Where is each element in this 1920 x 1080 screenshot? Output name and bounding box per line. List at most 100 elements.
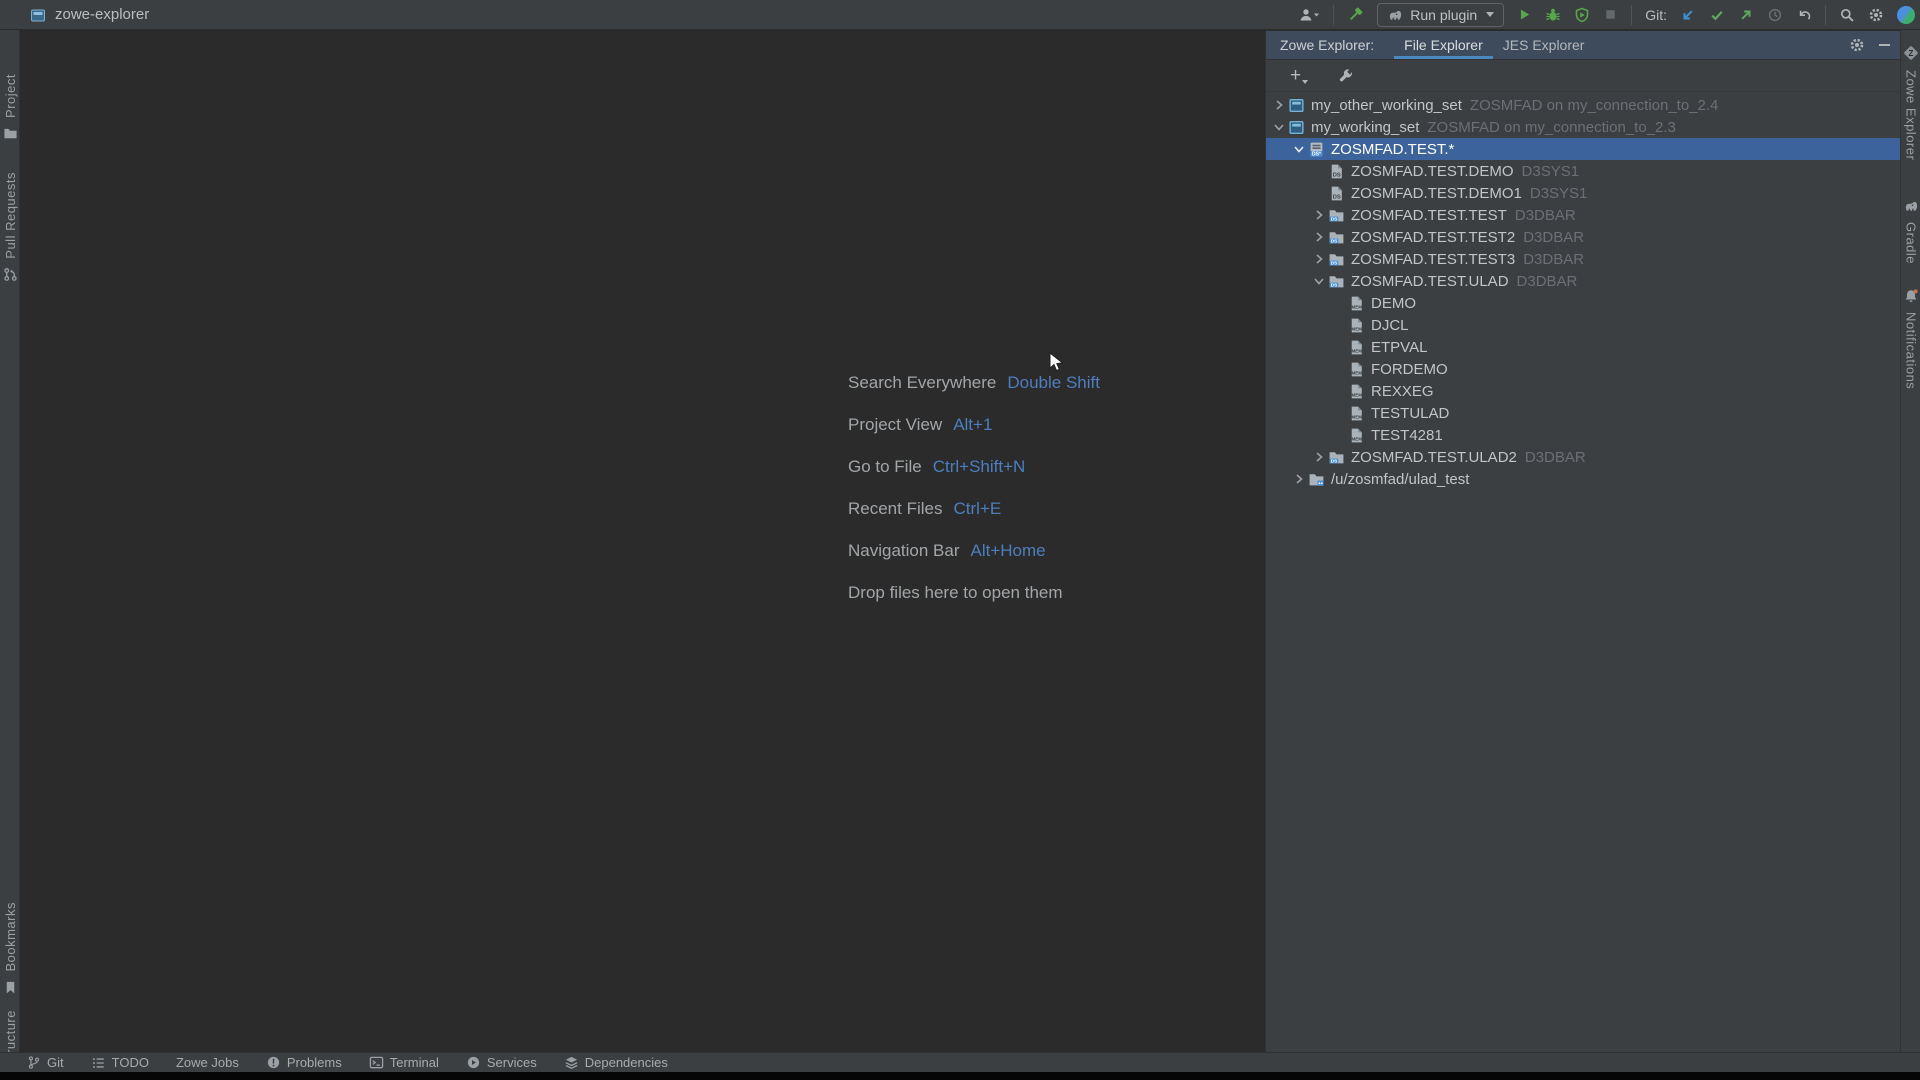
svg-text:DS*: DS* (1312, 151, 1321, 157)
git-history-button[interactable] (1767, 7, 1783, 23)
tab-jes-explorer[interactable]: JES Explorer (1493, 31, 1595, 59)
run-button[interactable] (1517, 7, 1532, 22)
user-avatar[interactable] (1897, 6, 1915, 24)
chevron-right-icon[interactable] (1310, 449, 1328, 465)
chevron-right-icon[interactable] (1310, 251, 1328, 267)
stripe-button-notifications[interactable]: Notifications (1901, 288, 1920, 389)
member-file-icon: MEM (1348, 427, 1365, 444)
tree-row[interactable]: MEM FORDEMO (1266, 358, 1900, 380)
chevron-right-icon[interactable] (1270, 97, 1288, 113)
zowe-icon: Z (1902, 44, 1920, 62)
settings-button[interactable] (1868, 7, 1884, 23)
tree-row[interactable]: MEM TEST4281 (1266, 424, 1900, 446)
chevron-down-icon[interactable] (1290, 141, 1308, 157)
search-everywhere-button[interactable] (1839, 7, 1855, 23)
statusbar-item-label: Services (487, 1055, 537, 1070)
services-icon (466, 1055, 481, 1070)
svg-text:Z: Z (1909, 49, 1914, 58)
tree-node-label: TEST4281 (1371, 427, 1443, 444)
tree-row[interactable]: DSZOSMFAD.TEST.DEMO1D3SYS1 (1266, 182, 1900, 204)
stripe-button-gradle[interactable]: Gradle (1901, 198, 1920, 264)
tree-row[interactable]: DS*ZOSMFAD.TEST.* (1266, 138, 1900, 160)
stripe-button-project[interactable]: Project (0, 74, 20, 141)
run-configuration-select[interactable]: Run plugin (1377, 3, 1504, 27)
svg-text:MEM: MEM (1352, 414, 1363, 419)
git-branch-icon (27, 1055, 41, 1070)
stripe-button-zowe-explorer[interactable]: ZZowe Explorer (1901, 44, 1920, 160)
shortcut-action: Go to File (848, 457, 922, 477)
user-menu-button[interactable] (1298, 7, 1320, 23)
tree-row[interactable]: DSZOSMFAD.TEST.TEST3D3DBAR (1266, 248, 1900, 270)
add-button[interactable]: + (1290, 68, 1308, 84)
statusbar-item-zowe-jobs[interactable]: Zowe Jobs (176, 1055, 239, 1070)
shortcut-action: Project View (848, 415, 942, 435)
git-push-button[interactable] (1738, 7, 1754, 23)
stripe-label: Gradle (1904, 222, 1919, 264)
git-update-button[interactable] (1680, 7, 1696, 23)
working-set-icon (1288, 97, 1305, 114)
stop-button[interactable] (1603, 7, 1618, 22)
tree-row[interactable]: DSZOSMFAD.TEST.TEST2D3DBAR (1266, 226, 1900, 248)
statusbar-item-terminal[interactable]: Terminal (369, 1055, 439, 1070)
statusbar-item-problems[interactable]: Problems (266, 1055, 342, 1070)
tree-node-label: ZOSMFAD.TEST.TEST (1351, 207, 1507, 224)
tree-node-label: my_working_set (1311, 119, 1419, 136)
bell-icon (1903, 288, 1919, 304)
tree-row[interactable]: my_other_working_setZOSMFAD on my_connec… (1266, 94, 1900, 116)
statusbar-item-git[interactable]: Git (27, 1055, 64, 1070)
pull-request-icon (3, 267, 18, 282)
statusbar-item-label: Problems (287, 1055, 342, 1070)
tree-node-label: FORDEMO (1371, 361, 1448, 378)
statusbar-item-label: Dependencies (585, 1055, 668, 1070)
debug-button[interactable] (1545, 7, 1561, 23)
statusbar-item-todo[interactable]: TODO (91, 1055, 149, 1070)
tree-row[interactable]: DSZOSMFAD.TEST.DEMOD3SYS1 (1266, 160, 1900, 182)
git-commit-button[interactable] (1709, 7, 1725, 23)
tree-node-suffix: D3DBAR (1525, 449, 1586, 466)
panel-settings-icon[interactable] (1849, 37, 1865, 53)
tree-row[interactable]: MEMDEMO (1266, 292, 1900, 314)
statusbar-item-dependencies[interactable]: Dependencies (564, 1055, 668, 1070)
chevron-right-icon[interactable] (1290, 471, 1308, 487)
tree-node-suffix: D3DBAR (1523, 251, 1584, 268)
member-file-icon: MEM (1348, 361, 1365, 378)
tree-row[interactable]: DSZOSMFAD.TEST.TESTD3DBAR (1266, 204, 1900, 226)
ds-folder-icon: DS (1328, 207, 1345, 224)
chevron-down-icon (1302, 80, 1308, 84)
run-with-coverage-button[interactable] (1574, 7, 1590, 23)
member-file-icon: MEM (1348, 405, 1365, 422)
ds-folder-icon: DS (1328, 273, 1345, 290)
tree-node-suffix: D3SYS1 (1530, 185, 1588, 202)
tree-row[interactable]: MEMREXXEG (1266, 380, 1900, 402)
hide-panel-icon[interactable] (1879, 44, 1890, 46)
shortcut-hint-row: Recent FilesCtrl+E (848, 498, 1100, 520)
shortcut-action: Recent Files (848, 499, 942, 519)
tree-node-label: /u/zosmfad/ulad_test (1331, 471, 1469, 488)
stripe-button-bookmarks[interactable]: Bookmarks (0, 902, 20, 995)
statusbar-item-services[interactable]: Services (466, 1055, 537, 1070)
svg-text:MEM: MEM (1352, 370, 1363, 375)
svg-text:MEM: MEM (1352, 348, 1363, 353)
tab-file-explorer[interactable]: File Explorer (1394, 31, 1493, 59)
tree-row[interactable]: DSZOSMFAD.TEST.ULAD2D3DBAR (1266, 446, 1900, 468)
build-project-button[interactable] (1347, 6, 1364, 23)
tree-row[interactable]: MEMDJCL (1266, 314, 1900, 336)
tree-row[interactable]: MEMTESTULAD (1266, 402, 1900, 424)
chevron-right-icon[interactable] (1310, 229, 1328, 245)
editor-empty-area: Search EverywhereDouble ShiftProject Vie… (21, 31, 1265, 1052)
tree-row[interactable]: DSZOSMFAD.TEST.ULADD3DBAR (1266, 270, 1900, 292)
tree-node-suffix: D3DBAR (1517, 273, 1578, 290)
chevron-down-icon[interactable] (1310, 273, 1328, 289)
tree-row[interactable]: MEMETPVAL (1266, 336, 1900, 358)
window-title: zowe-explorer (55, 6, 149, 23)
tree-row[interactable]: /u/zosmfad/ulad_test (1266, 468, 1900, 490)
shortcut-key: Alt+Home (971, 541, 1046, 561)
tree-row[interactable]: my_working_setZOSMFAD on my_connection_t… (1266, 116, 1900, 138)
svg-text:DS: DS (1331, 216, 1337, 221)
git-rollback-button[interactable] (1796, 7, 1812, 23)
panel-wrench-button[interactable] (1338, 68, 1354, 84)
chevron-right-icon[interactable] (1310, 207, 1328, 223)
chevron-down-icon[interactable] (1270, 119, 1288, 135)
todo-list-icon (91, 1056, 106, 1070)
stripe-button-pull-requests[interactable]: Pull Requests (0, 172, 20, 282)
